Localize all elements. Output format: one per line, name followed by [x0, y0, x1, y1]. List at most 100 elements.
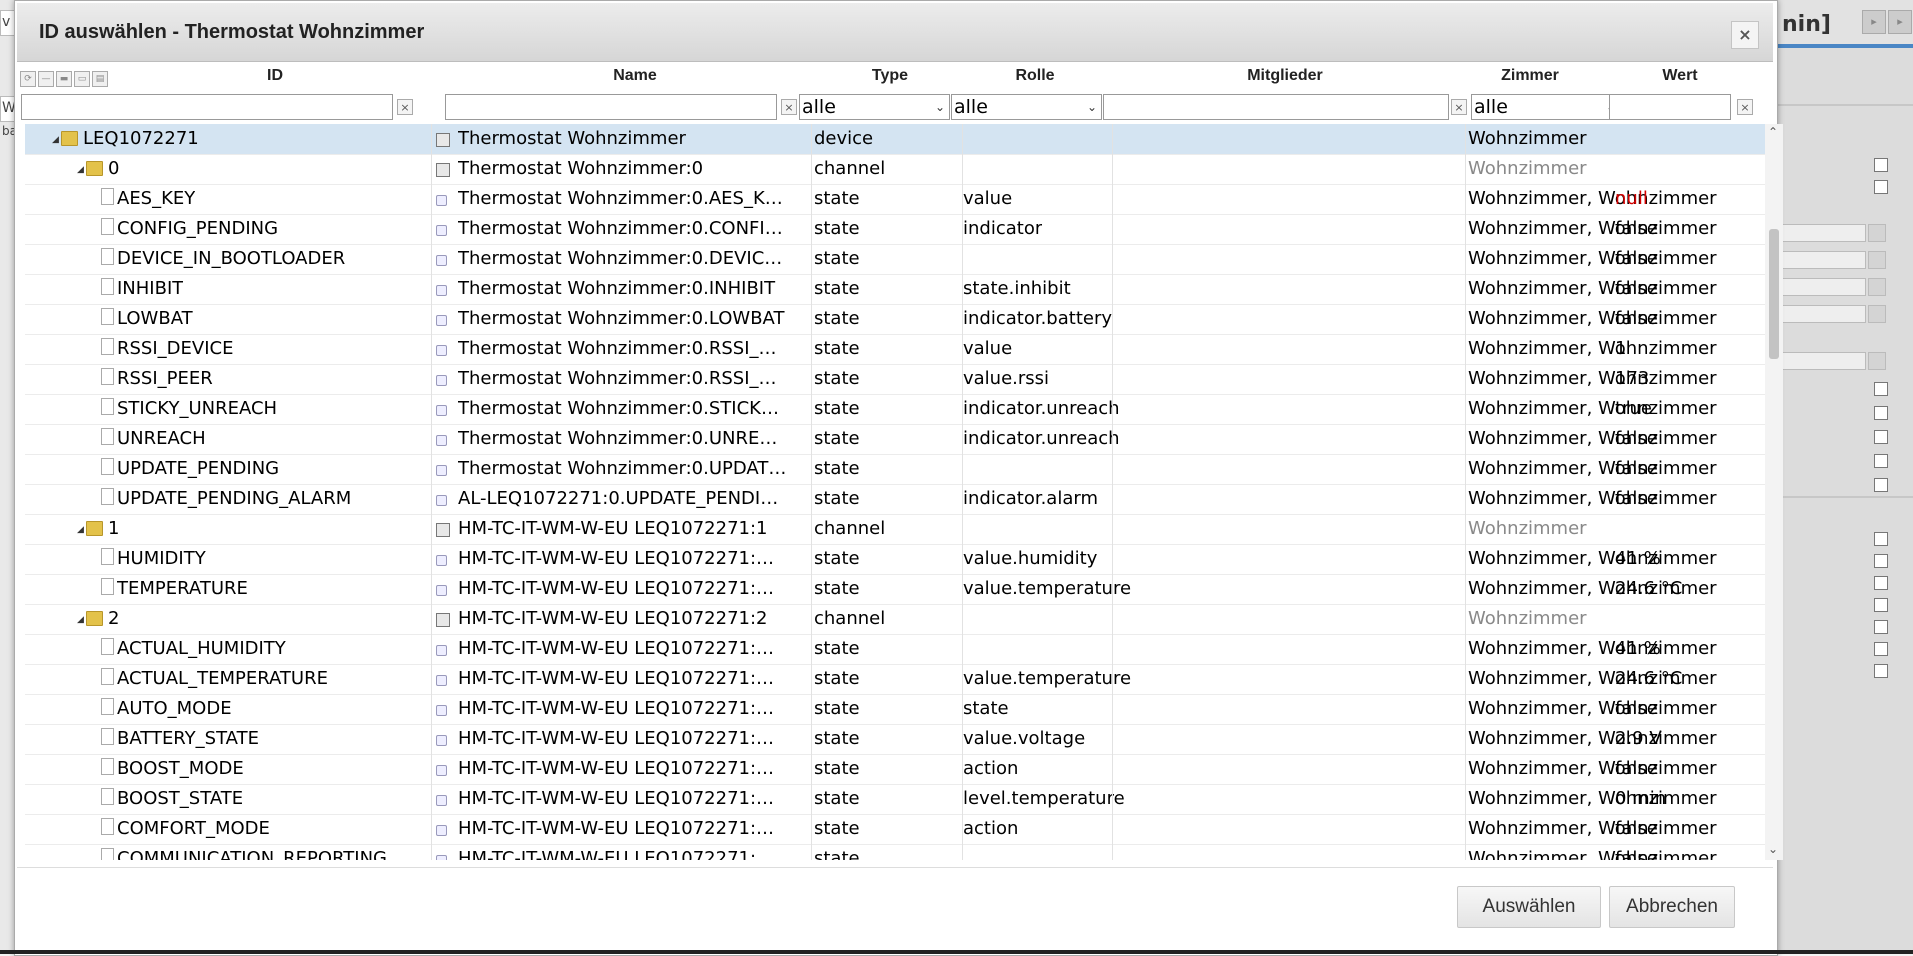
tree-row[interactable]: UNREACH Thermostat Wohnzimmer:0.UNRE… stat… [25, 424, 1765, 455]
cell-type: state [814, 368, 860, 389]
column-divider [431, 574, 432, 604]
state-icon [436, 315, 447, 326]
column-header-value[interactable]: Wert [1605, 67, 1755, 87]
column-divider [1465, 664, 1466, 694]
device-icon [436, 163, 450, 177]
scroll-down-icon[interactable]: ⌄ [1768, 842, 1778, 856]
cancel-button[interactable]: Abbrechen [1609, 886, 1735, 928]
tree-row[interactable]: AES_KEY Thermostat Wohnzimmer:0.AES_K… sta… [25, 184, 1765, 215]
tree-row[interactable]: AUTO_MODE HM-TC-IT-WM-W-EU LEQ1072271:… st… [25, 694, 1765, 725]
cell-id: CONFIG_PENDING [117, 218, 279, 239]
folder-icon[interactable]: ▬ [56, 71, 72, 87]
cell-type: state [814, 278, 860, 299]
dialog-titlebar[interactable]: ID auswählen - Thermostat Wohnzimmer × [17, 3, 1773, 62]
tree-row[interactable]: UPDATE_PENDING Thermostat Wohnzimmer:0.UP… [25, 454, 1765, 485]
cell-type: channel [814, 608, 886, 629]
tree-row[interactable]: RSSI_DEVICE Thermostat Wohnzimmer:0.RSSI_… [25, 334, 1765, 365]
expand-triangle-icon[interactable]: ◢ [52, 135, 59, 145]
tree-row[interactable]: ◢ LEQ1072271 Thermostat Wohnzimmer device Wo… [25, 124, 1765, 155]
column-header-id[interactable]: ID [165, 67, 385, 87]
cell-role: indicator.unreach [963, 398, 1120, 419]
state-document-icon [101, 548, 114, 565]
scroll-up-icon[interactable]: ⌃ [1768, 125, 1778, 139]
tree-row[interactable]: BOOST_MODE HM-TC-IT-WM-W-EU LEQ1072271:… s… [25, 754, 1765, 785]
tree-row[interactable]: DEVICE_IN_BOOTLOADER Thermostat Wohnzimme… [25, 244, 1765, 275]
id-filter-clear-icon[interactable]: × [397, 99, 413, 115]
room-filter-select[interactable]: alle⌄ [1471, 94, 1621, 120]
scrollbar-thumb[interactable] [1769, 229, 1779, 359]
cell-name: Thermostat Wohnzimmer:0.RSSI_… [458, 338, 777, 359]
select-button[interactable]: Auswählen [1457, 886, 1601, 928]
tree-row[interactable]: ◢ 1 HM-TC-IT-WM-W-EU LEQ1072271:1 channel Wo… [25, 514, 1765, 545]
column-divider [431, 694, 432, 724]
column-divider [1465, 364, 1466, 394]
tree-row[interactable]: CONFIG_PENDING Thermostat Wohnzimmer:0.CO… [25, 214, 1765, 245]
tree-row[interactable]: ◢ 0 Thermostat Wohnzimmer:0 channel Wohnzimm… [25, 154, 1765, 185]
tree-row[interactable]: RSSI_PEER Thermostat Wohnzimmer:0.RSSI_… s… [25, 364, 1765, 395]
members-filter-clear-icon[interactable]: × [1451, 99, 1467, 115]
tree-row[interactable]: LOWBAT Thermostat Wohnzimmer:0.LOWBAT stat… [25, 304, 1765, 335]
cell-room: Wohnzimmer, Wohnzimmer [1468, 728, 1717, 749]
background-header: nin] ▸ ▸ [1778, 0, 1913, 44]
background-checkbox [1874, 642, 1888, 656]
cell-id: UPDATE_PENDING_ALARM [117, 488, 352, 509]
column-divider [962, 634, 963, 664]
id-filter-input[interactable] [21, 94, 393, 120]
value-filter-clear-icon[interactable]: × [1737, 99, 1753, 115]
column-divider [811, 364, 812, 394]
column-header-name[interactable]: Name [445, 67, 825, 87]
expand-triangle-icon[interactable]: ◢ [77, 615, 84, 625]
column-divider [431, 844, 432, 860]
column-divider [1465, 544, 1466, 574]
cell-role: value.humidity [963, 548, 1098, 569]
tree-row[interactable]: INHIBIT Thermostat Wohnzimmer:0.INHIBIT st… [25, 274, 1765, 305]
tree-row[interactable]: HUMIDITY HM-TC-IT-WM-W-EU LEQ1072271:… sta… [25, 544, 1765, 575]
tree-row[interactable]: ACTUAL_HUMIDITY HM-TC-IT-WM-W-EU LEQ10722… [25, 634, 1765, 665]
cell-type: state [814, 548, 860, 569]
name-filter-clear-icon[interactable]: × [781, 99, 797, 115]
column-divider [431, 214, 432, 244]
cell-id: TEMPERATURE [117, 578, 248, 599]
tree-row[interactable]: COMMUNICATION_REPORTING HM-TC-IT-WM-W-EU … [25, 844, 1765, 860]
column-divider [1465, 694, 1466, 724]
list-icon[interactable]: ▤ [92, 71, 108, 87]
column-header-room[interactable]: Zimmer [1455, 67, 1605, 87]
chevron-down-icon: ⌄ [934, 100, 945, 114]
cell-type: state [814, 398, 860, 419]
close-button[interactable]: × [1731, 21, 1759, 49]
cell-value: 1 [1615, 338, 1627, 359]
tree-row[interactable]: BOOST_STATE HM-TC-IT-WM-W-EU LEQ1072271:…… [25, 784, 1765, 815]
column-header-members[interactable]: Mitglieder [1115, 67, 1455, 87]
members-filter-input[interactable] [1103, 94, 1449, 120]
column-divider [811, 484, 812, 514]
column-header-type[interactable]: Type [815, 67, 965, 87]
expand-triangle-icon[interactable]: ◢ [77, 525, 84, 535]
folder-open-icon[interactable]: ▭ [74, 71, 90, 87]
tree-row[interactable]: ◢ 2 HM-TC-IT-WM-W-EU LEQ1072271:2 channel Wo… [25, 604, 1765, 635]
name-filter-input[interactable] [445, 94, 777, 120]
type-filter-select[interactable]: alle ⌄ [799, 94, 950, 120]
object-tree-grid[interactable]: ◢ LEQ1072271 Thermostat Wohnzimmer device Wo… [25, 124, 1765, 860]
tree-row[interactable]: COMFORT_MODE HM-TC-IT-WM-W-EU LEQ1072271:… [25, 814, 1765, 845]
expand-triangle-icon[interactable]: ◢ [77, 165, 84, 175]
tree-row[interactable]: UPDATE_PENDING_ALARM AL-LEQ1072271:0.UPDA… [25, 484, 1765, 515]
value-filter-input[interactable] [1609, 94, 1731, 120]
column-header-role[interactable]: Rolle [960, 67, 1110, 87]
column-divider [811, 184, 812, 214]
tree-row[interactable]: TEMPERATURE HM-TC-IT-WM-W-EU LEQ1072271:…… [25, 574, 1765, 605]
refresh-icon[interactable]: ⟳ [20, 71, 36, 87]
cell-id: LEQ1072271 [83, 128, 199, 149]
collapse-icon[interactable]: — [38, 71, 54, 87]
cell-room: Wohnzimmer [1468, 608, 1587, 629]
column-divider [1112, 304, 1113, 334]
cell-name: HM-TC-IT-WM-W-EU LEQ1072271:… [458, 578, 775, 599]
cell-type: state [814, 428, 860, 449]
grid-scrollbar[interactable]: ⌃ ⌄ [1765, 124, 1783, 860]
tree-row[interactable]: BATTERY_STATE HM-TC-IT-WM-W-EU LEQ1072271… [25, 724, 1765, 755]
tree-row[interactable]: ACTUAL_TEMPERATURE HM-TC-IT-WM-W-EU LEQ10… [25, 664, 1765, 695]
role-filter-select[interactable]: alle ⌄ [951, 94, 1102, 120]
state-icon [436, 585, 447, 596]
column-divider [431, 544, 432, 574]
column-divider [431, 754, 432, 784]
tree-row[interactable]: STICKY_UNREACH Thermostat Wohnzimmer:0.ST… [25, 394, 1765, 425]
